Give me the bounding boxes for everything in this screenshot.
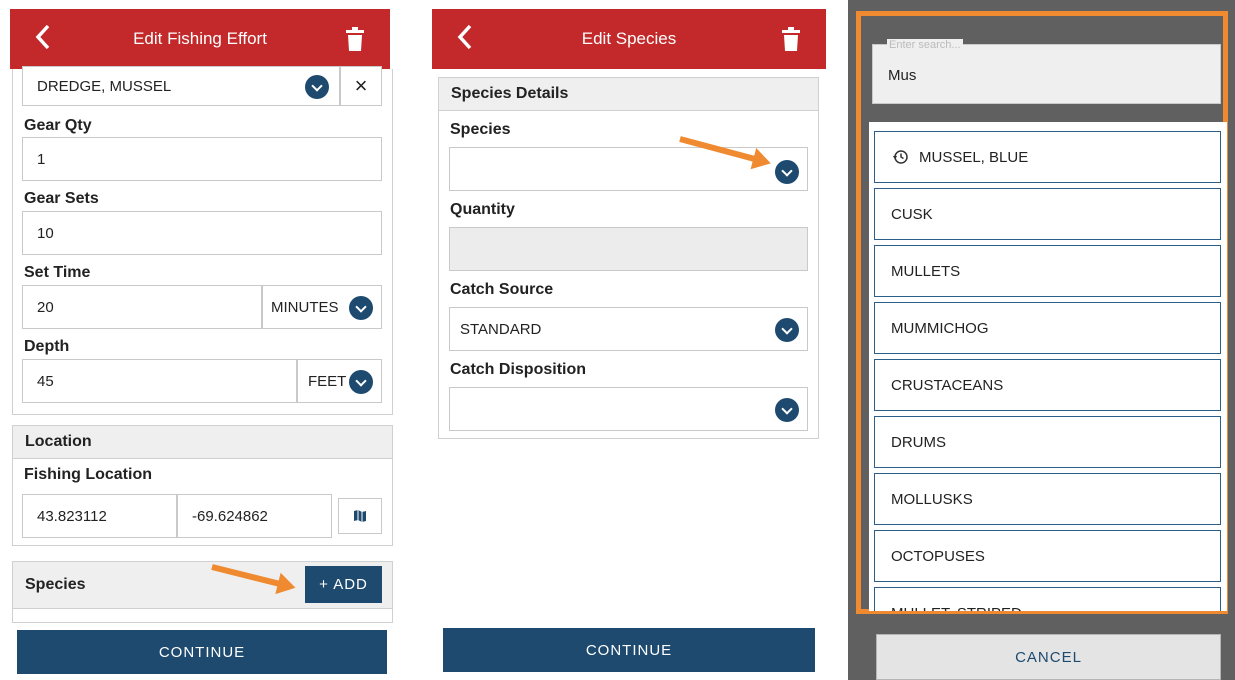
search-box[interactable]: Enter search... Mus (872, 39, 1221, 104)
continue-button[interactable]: CONTINUE (443, 628, 815, 672)
chevron-down-icon (349, 296, 373, 320)
add-species-button[interactable]: + ADD (305, 566, 382, 603)
gear-qty-label: Gear Qty (24, 117, 92, 134)
catch-disposition-select[interactable] (449, 387, 808, 431)
gear-sets-label: Gear Sets (24, 190, 99, 207)
results-list: MUSSEL, BLUE CUSK MULLETS MUMMICHOG CRUS… (869, 122, 1227, 611)
gear-select[interactable]: DREDGE, MUSSEL (22, 66, 340, 106)
page-title: Edit Fishing Effort (133, 29, 267, 48)
depth-label: Depth (24, 338, 70, 355)
latitude-input[interactable]: 43.823112 (22, 494, 177, 538)
species-search-screen: Enter search... Mus MUSSEL, BLUE CUSK MU… (848, 0, 1235, 680)
history-icon (893, 150, 908, 164)
set-time-label: Set Time (24, 264, 91, 281)
list-item[interactable]: MULLETS (874, 245, 1221, 297)
trash-icon[interactable] (782, 27, 800, 51)
list-item[interactable]: MUSSEL, BLUE (874, 131, 1221, 183)
catch-source-label: Catch Source (450, 281, 554, 298)
set-time-input[interactable]: 20 (22, 285, 262, 329)
set-time-unit-select[interactable]: MINUTES (262, 285, 382, 329)
set-time-unit: MINUTES (271, 298, 339, 316)
chevron-down-icon (775, 318, 799, 342)
depth-unit-select[interactable]: FEET (297, 359, 382, 403)
clear-gear-button[interactable]: × (340, 66, 382, 106)
location-section-header: Location (12, 425, 393, 459)
fishing-location-label: Fishing Location (24, 466, 152, 483)
list-item[interactable]: MULLET, STRIPED (874, 587, 1221, 611)
longitude-input[interactable]: -69.624862 (177, 494, 332, 538)
quantity-label: Quantity (450, 201, 515, 218)
header-bar: Edit Species (432, 9, 826, 69)
species-details-header: Species Details (438, 77, 819, 111)
chevron-down-icon (775, 160, 799, 184)
list-item[interactable]: OCTOPUSES (874, 530, 1221, 582)
edit-fishing-effort-screen: Edit Fishing Effort DREDGE, MUSSEL × Gea… (0, 0, 400, 680)
cancel-button[interactable]: CANCEL (876, 634, 1221, 680)
gear-sets-input[interactable]: 10 (22, 211, 382, 255)
search-placeholder: Enter search... (887, 39, 963, 51)
depth-input[interactable]: 45 (22, 359, 297, 403)
trash-icon[interactable] (346, 27, 364, 51)
list-item[interactable]: CRUSTACEANS (874, 359, 1221, 411)
list-item[interactable]: DRUMS (874, 416, 1221, 468)
catch-disposition-label: Catch Disposition (450, 361, 587, 378)
list-item[interactable]: CUSK (874, 188, 1221, 240)
chevron-down-icon (349, 370, 373, 394)
species-panel (12, 609, 393, 623)
header-bar: Edit Fishing Effort (10, 9, 390, 69)
catch-source-value: STANDARD (460, 320, 542, 338)
depth-unit: FEET (308, 372, 347, 390)
map-button[interactable] (338, 498, 382, 534)
page-title: Edit Species (581, 29, 677, 48)
chevron-down-icon (305, 75, 329, 99)
list-item[interactable]: MUMMICHOG (874, 302, 1221, 354)
gear-value: DREDGE, MUSSEL (37, 77, 172, 95)
catch-source-select[interactable]: STANDARD (449, 307, 808, 351)
list-item[interactable]: MOLLUSKS (874, 473, 1221, 525)
chevron-down-icon (775, 398, 799, 422)
species-label: Species (450, 121, 511, 138)
search-input[interactable]: Mus (888, 67, 916, 84)
continue-button[interactable]: CONTINUE (17, 630, 387, 674)
gear-qty-input[interactable]: 1 (22, 137, 382, 181)
quantity-input[interactable] (449, 227, 808, 271)
map-icon (354, 510, 366, 522)
edit-species-screen: Edit Species Species Details Species Qua… (432, 0, 826, 680)
